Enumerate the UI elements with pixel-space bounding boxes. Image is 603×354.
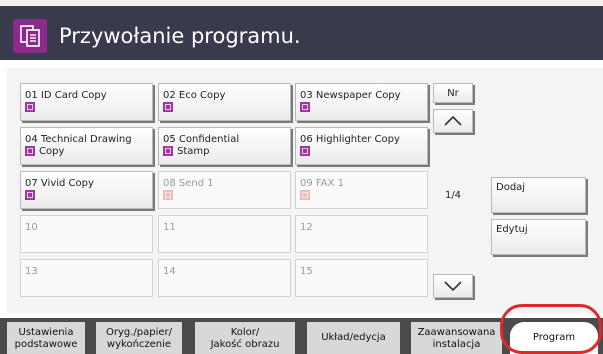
program-number: 13 [25, 266, 38, 277]
scroll-down-button[interactable] [433, 274, 473, 298]
program-label: Send 1 [178, 178, 214, 189]
program-number: 08 [163, 178, 176, 189]
scroll-up-button[interactable] [433, 109, 473, 133]
page-title: Przywołanie programu. [59, 24, 301, 48]
program-icon [300, 146, 310, 156]
program-icon [163, 102, 173, 112]
add-button[interactable]: Dodaj [491, 177, 586, 213]
page-indicator: 1/4 [444, 190, 462, 201]
program-button-11: 11 [158, 215, 291, 253]
program-number: 11 [163, 222, 176, 233]
program-button-05[interactable]: 05 Confidential Stamp [158, 127, 291, 165]
edit-button[interactable]: Edytuj [491, 219, 586, 255]
program-icon [300, 102, 310, 112]
program-tab-highlight [500, 304, 602, 354]
program-button-15: 15 [295, 259, 428, 297]
program-label: Highlighter Copy [315, 134, 400, 145]
program-label: ID Card Copy [40, 90, 107, 101]
program-button-01[interactable]: 01 ID Card Copy [20, 83, 153, 121]
add-button-label: Dodaj [496, 182, 526, 193]
sort-number-label: Nr [447, 88, 459, 99]
program-number: 03 [300, 90, 313, 101]
program-button-09: 09 FAX 1 [295, 171, 428, 209]
program-number: 01 [25, 90, 38, 101]
tab-label-line2: Jakość obrazu [210, 339, 280, 350]
program-button-14: 14 [158, 259, 291, 297]
chevron-up-icon [444, 115, 462, 126]
tab-label-line2: podstawowe [14, 339, 78, 350]
title-bar: Przywołanie programu. [0, 0, 603, 60]
tab-color-image-quality[interactable]: Kolor/ Jakość obrazu [195, 322, 295, 354]
tab-label-line2: wykończenie [106, 339, 172, 350]
program-number: 10 [25, 222, 38, 233]
tab-advanced-setup[interactable]: Zaawansowana instalacja [411, 322, 502, 354]
program-icon [25, 102, 35, 112]
program-button-13: 13 [20, 259, 153, 297]
program-number: 15 [300, 266, 313, 277]
program-icon [163, 190, 173, 200]
program-icon [300, 190, 310, 200]
program-button-08: 08 Send 1 [158, 171, 291, 209]
program-label: Eco Copy [178, 90, 226, 101]
program-number: 07 [25, 178, 38, 189]
program-label-line1: Technical Drawing [40, 134, 132, 145]
program-number: 09 [300, 178, 313, 189]
program-button-12: 12 [295, 215, 428, 253]
chevron-down-icon [444, 281, 462, 292]
tab-label-line2: instalacja [432, 339, 481, 350]
program-number: 12 [300, 222, 313, 233]
program-icon [25, 190, 35, 200]
program-button-07[interactable]: 07 Vivid Copy [20, 171, 153, 209]
program-label-line2: Stamp [177, 146, 210, 157]
program-label: Newspaper Copy [315, 90, 401, 101]
program-icon [163, 146, 173, 156]
tab-label-line1: Oryg./papier/ [105, 327, 173, 338]
program-button-03[interactable]: 03 Newspaper Copy [295, 83, 428, 121]
tab-layout-edit[interactable]: Układ/edycja [307, 322, 400, 354]
program-recall-icon [13, 19, 47, 53]
tab-label: Układ/edycja [321, 332, 386, 343]
program-label-line2: Copy [39, 146, 65, 157]
program-number: 02 [163, 90, 176, 101]
sort-number-button[interactable]: Nr [433, 83, 473, 103]
program-number: 04 [25, 134, 38, 145]
program-button-04[interactable]: 04 Technical Drawing Copy [20, 127, 153, 165]
tab-basic-settings[interactable]: Ustawienia podstawowe [7, 322, 85, 354]
program-button-10: 10 [20, 215, 153, 253]
tab-original-paper-finishing[interactable]: Oryg./papier/ wykończenie [96, 322, 182, 354]
program-label-line1: Confidential [178, 134, 240, 145]
tab-label-line1: Ustawienia [18, 327, 74, 338]
program-button-06[interactable]: 06 Highlighter Copy [295, 127, 428, 165]
program-number: 06 [300, 134, 313, 145]
edit-button-label: Edytuj [496, 224, 528, 235]
program-label: FAX 1 [315, 178, 344, 189]
program-icon [25, 146, 35, 156]
program-number: 14 [163, 266, 176, 277]
program-label: Vivid Copy [40, 178, 94, 189]
program-number: 05 [163, 134, 176, 145]
program-button-02[interactable]: 02 Eco Copy [158, 83, 291, 121]
tab-label-line1: Zaawansowana [417, 327, 496, 338]
tab-label-line1: Kolor/ [230, 327, 260, 338]
